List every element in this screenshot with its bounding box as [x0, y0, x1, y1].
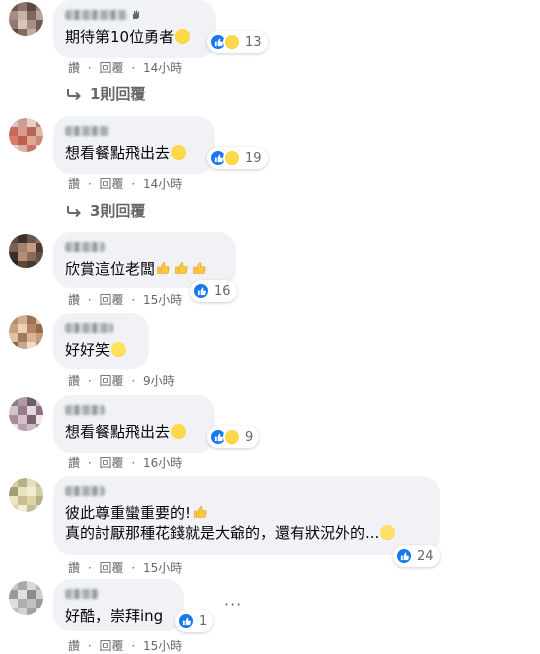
commenter-name[interactable]: [65, 589, 99, 599]
comment-text: 好酷，崇拜ing: [65, 607, 164, 625]
comment-actions: 讚 · 回覆 · 14小時: [68, 59, 183, 76]
thumbs-up-emoji-icon: [175, 262, 188, 274]
avatar[interactable]: [9, 118, 43, 152]
reply-link[interactable]: 回覆: [100, 559, 124, 576]
commenter-name[interactable]: [65, 242, 105, 252]
reaction-summary[interactable]: 1: [175, 610, 214, 632]
view-replies-link[interactable]: 1則回覆: [66, 83, 145, 104]
thumbs-up-emoji-icon: [157, 262, 170, 274]
timestamp[interactable]: 15小時: [143, 637, 182, 654]
avatar[interactable]: [9, 397, 43, 431]
commenter-name[interactable]: [65, 486, 105, 496]
comment-text: 想看餐點飛出去: [65, 143, 203, 163]
commenter-name[interactable]: [65, 10, 127, 20]
timestamp[interactable]: 15小時: [143, 559, 182, 576]
avatar[interactable]: [9, 315, 43, 349]
reaction-summary[interactable]: 9: [207, 426, 260, 448]
like-link[interactable]: 讚: [68, 454, 80, 471]
reaction-count: 13: [245, 34, 262, 50]
haha-reaction-icon: [223, 33, 241, 51]
wave-icon: [133, 10, 139, 19]
avatar[interactable]: [9, 581, 43, 615]
relieved-emoji-icon: [380, 525, 396, 540]
reaction-summary[interactable]: 24: [393, 545, 440, 567]
like-link[interactable]: 讚: [68, 637, 80, 654]
timestamp[interactable]: 14小時: [143, 175, 182, 192]
reaction-count: 1: [199, 613, 208, 629]
comment-text: 彼此尊重蠻重要的!: [65, 503, 428, 523]
reply-arrow-icon: [67, 88, 81, 100]
timestamp[interactable]: 16小時: [143, 454, 182, 471]
rofl-emoji-icon: [175, 29, 191, 44]
reaction-count: 9: [245, 429, 254, 445]
thumbs-up-emoji-icon: [194, 506, 207, 518]
comment-bubble: 好好笑: [53, 313, 149, 369]
like-reaction-icon: [192, 282, 210, 300]
reply-arrow-icon: [67, 205, 81, 217]
comment-bubble: 彼此尊重蠻重要的! 真的討厭那種花錢就是大爺的，還有狀況外的...: [53, 476, 440, 555]
thumbs-up-emoji-icon: [193, 262, 206, 274]
reaction-count: 16: [214, 283, 231, 299]
reply-link[interactable]: 回覆: [100, 372, 124, 389]
like-link[interactable]: 讚: [68, 372, 80, 389]
rofl-emoji-icon: [171, 424, 187, 439]
rofl-emoji-icon: [171, 145, 187, 160]
avatar[interactable]: [9, 478, 43, 512]
timestamp[interactable]: 14小時: [143, 59, 182, 76]
more-options-icon[interactable]: ···: [224, 595, 242, 614]
comment-actions: 讚 · 回覆 · 15小時: [68, 291, 183, 308]
comment-bubble: 想看餐點飛出去: [53, 395, 215, 453]
reaction-summary[interactable]: 16: [190, 280, 237, 302]
comment-actions: 讚 · 回覆 · 15小時: [68, 559, 183, 576]
commenter-name[interactable]: [65, 405, 105, 415]
comment-text: 好好笑: [65, 340, 137, 360]
smile-emoji-icon: [111, 342, 127, 357]
like-link[interactable]: 讚: [68, 291, 80, 308]
reaction-count: 19: [245, 150, 262, 166]
commenter-name[interactable]: [65, 126, 109, 136]
reply-link[interactable]: 回覆: [100, 59, 124, 76]
comment-text-line-2: 真的討厭那種花錢就是大爺的，還有狀況外的...: [65, 523, 428, 543]
reaction-summary[interactable]: 19: [207, 147, 268, 169]
reply-link[interactable]: 回覆: [100, 175, 124, 192]
like-link[interactable]: 讚: [68, 59, 80, 76]
comment-actions: 讚 · 回覆 · 14小時: [68, 175, 183, 192]
comment-bubble: 好酷，崇拜ing: [53, 579, 184, 631]
like-link[interactable]: 讚: [68, 175, 80, 192]
like-reaction-icon: [395, 547, 413, 565]
reaction-count: 24: [417, 548, 434, 564]
reply-link[interactable]: 回覆: [100, 454, 124, 471]
comment-bubble: 想看餐點飛出去: [53, 116, 215, 174]
reaction-summary[interactable]: 13: [207, 31, 268, 53]
haha-reaction-icon: [223, 149, 241, 167]
comment-text: 想看餐點飛出去: [65, 422, 203, 442]
reply-link[interactable]: 回覆: [100, 291, 124, 308]
reply-link[interactable]: 回覆: [100, 637, 124, 654]
haha-reaction-icon: [223, 428, 241, 446]
comment-actions: 讚 · 回覆 · 9小時: [68, 372, 175, 389]
comment-bubble: 期待第10位勇者: [53, 0, 216, 58]
view-replies-link[interactable]: 3則回覆: [66, 200, 145, 221]
comment-text: 欣賞這位老闆: [65, 259, 224, 279]
avatar[interactable]: [9, 234, 43, 268]
comment-text: 期待第10位勇者: [65, 27, 204, 47]
avatar[interactable]: [9, 2, 43, 36]
like-link[interactable]: 讚: [68, 559, 80, 576]
timestamp[interactable]: 9小時: [143, 372, 175, 389]
like-reaction-icon: [177, 612, 195, 630]
comment-actions: 讚 · 回覆 · 15小時: [68, 637, 183, 654]
comment-actions: 讚 · 回覆 · 16小時: [68, 454, 183, 471]
timestamp[interactable]: 15小時: [143, 291, 182, 308]
commenter-name[interactable]: [65, 323, 113, 333]
